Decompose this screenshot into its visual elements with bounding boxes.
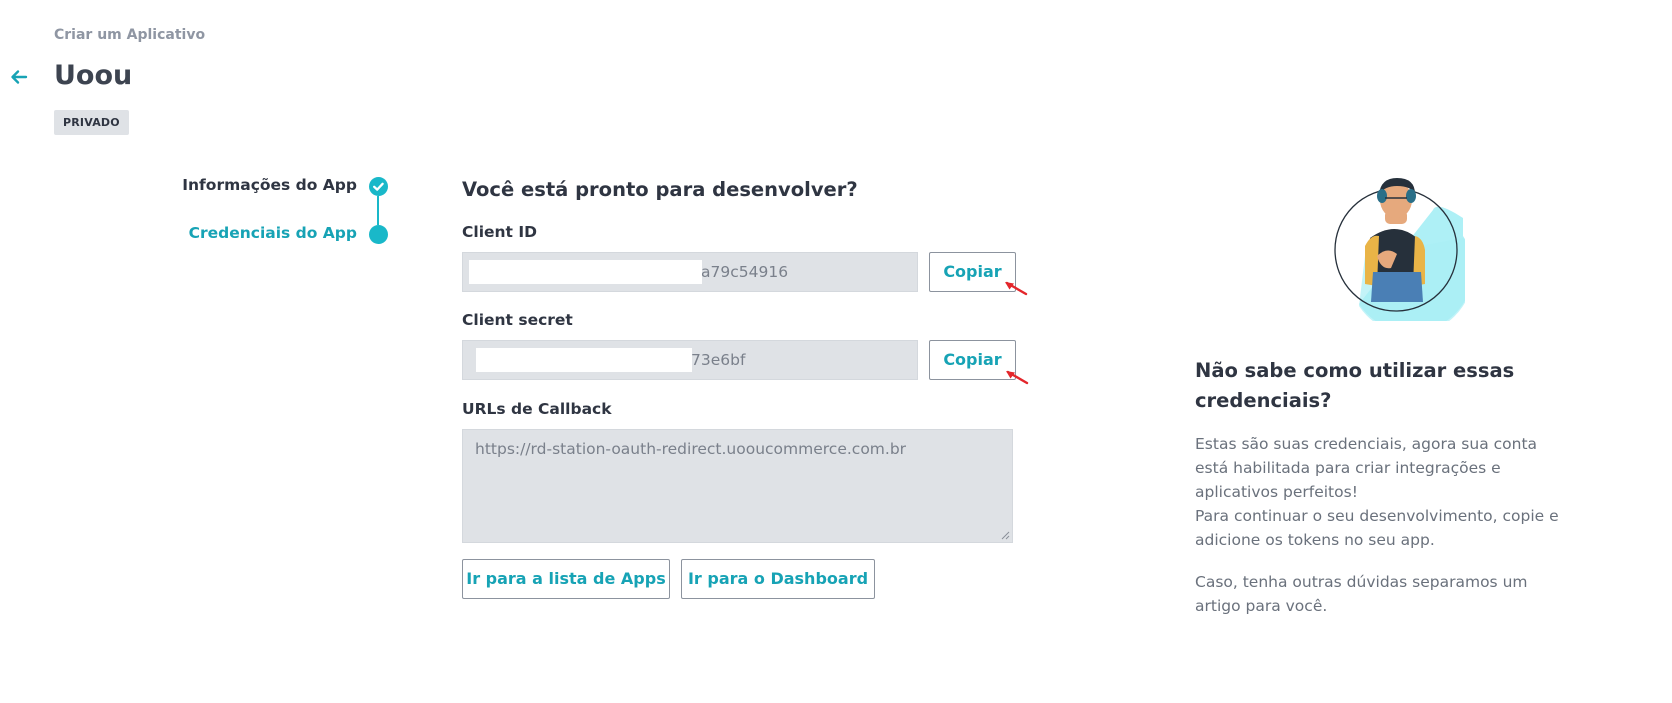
stepper: Informações do App Credenciais do App [150,172,395,252]
resize-handle-icon[interactable] [1001,531,1010,540]
help-article-text: Caso, tenha outras dúvidas separamos um … [1195,573,1528,615]
stepper-connector [377,196,379,225]
client-secret-value: 73e6bf [691,351,746,369]
client-id-field[interactable]: a79c54916 [462,252,918,292]
status-badge: PRIVADO [54,110,129,135]
help-title: Não sabe como utilizar essas credenciais… [1195,359,1515,412]
current-step-dot-icon [369,225,388,244]
go-to-dashboard-button[interactable]: Ir para o Dashboard [681,559,875,599]
client-secret-field[interactable]: 73e6bf [462,340,918,380]
page-title: Uoou [54,60,133,91]
step-credentials[interactable]: Credenciais do App [189,224,357,242]
callback-urls-textarea[interactable]: https://rd-station-oauth-redirect.uoouco… [462,429,1013,543]
callback-urls-label: URLs de Callback [462,400,612,418]
client-secret-label: Client secret [462,311,573,329]
callback-url-value: https://rd-station-oauth-redirect.uoouco… [475,440,907,458]
redaction-mask [476,348,692,372]
developer-illustration [1334,178,1465,321]
back-arrow-icon[interactable] [10,68,28,86]
go-to-apps-list-button[interactable]: Ir para a lista de Apps [462,559,670,599]
red-arrow-icon [1006,370,1029,385]
breadcrumb[interactable]: Criar um Aplicativo [54,27,205,43]
help-text: Estas são suas credenciais, agora sua co… [1195,432,1575,552]
help-paragraph: Estas são suas credenciais, agora sua co… [1195,435,1538,501]
section-title: Você está pronto para desenvolver? [462,178,858,201]
client-id-label: Client ID [462,223,537,241]
step-app-info[interactable]: Informações do App [182,176,357,194]
redaction-mask [469,260,702,284]
client-id-value: a79c54916 [701,263,789,281]
check-circle-icon [369,177,388,196]
red-arrow-icon [1005,281,1028,296]
help-paragraph: Para continuar o seu desenvolvimento, co… [1195,507,1559,549]
